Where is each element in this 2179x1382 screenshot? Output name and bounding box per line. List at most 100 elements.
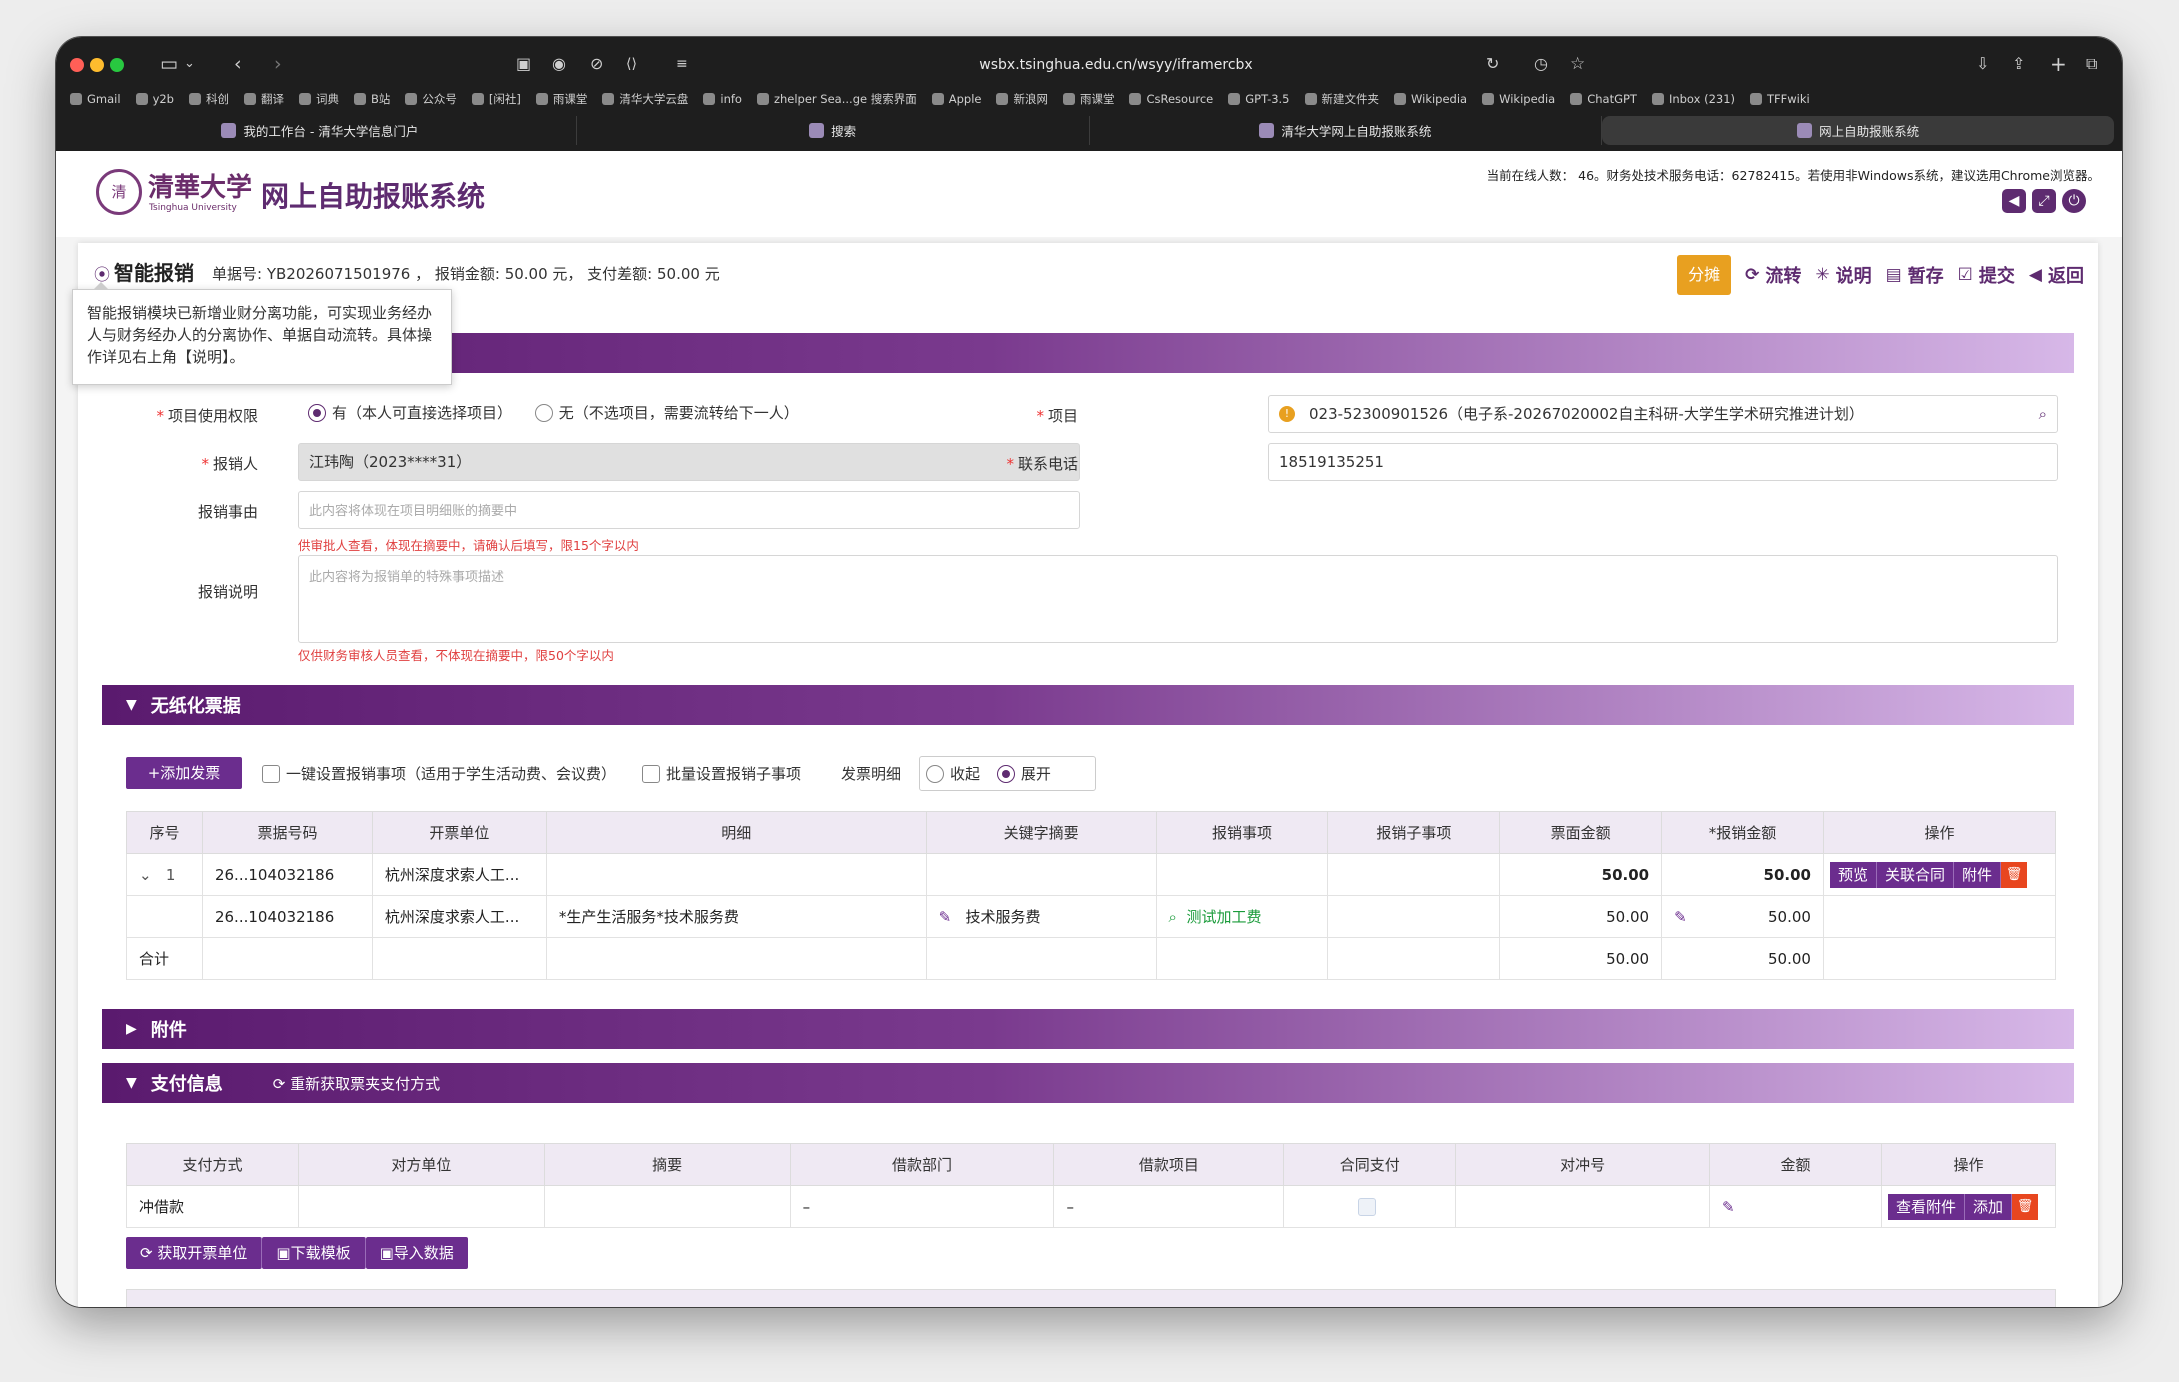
batch-set-subitem-checkbox[interactable]: 批量设置报销子事项 (642, 763, 801, 784)
download-template-button[interactable]: ▣下载模板 (262, 1237, 366, 1269)
bookmark-item[interactable]: 词典 (299, 89, 339, 109)
fetch-issuer-button[interactable]: ⟳ 获取开票单位 (126, 1237, 263, 1269)
download-icon[interactable]: ⇩ (1976, 51, 1989, 77)
keyword-cell[interactable]: ✎ 技术服务费 (925, 895, 1157, 938)
bookmark-item[interactable]: 雨课堂 (1062, 89, 1114, 109)
invoice-section-header[interactable]: ▼ 无纸化票据 (102, 685, 2074, 725)
tab-overview-icon[interactable]: ⧉ (2086, 51, 2097, 77)
save-draft-button[interactable]: ▤ 暂存 (1886, 262, 1944, 288)
trash-icon[interactable]: 🗑 (2011, 1193, 2038, 1220)
refetch-pay-method-button[interactable]: ⟳ 重新获取票夹支付方式 (273, 1073, 440, 1094)
bookmark-item[interactable]: 翻译 (244, 89, 284, 109)
batch-set-item-checkbox[interactable]: 一键设置报销事项（适用于学生活动费、会议费） (262, 763, 616, 784)
bookmark-item[interactable]: 新浪网 (996, 89, 1048, 109)
address-bar[interactable]: wsbx.tsinghua.edu.cn/wsyy/iframercbx (676, 51, 1556, 79)
extension-icon[interactable]: ▣ (516, 51, 531, 77)
extension-icon-3[interactable]: ⊘ (590, 51, 603, 77)
bookmark-item[interactable]: Wikipedia (1482, 89, 1555, 109)
perm-option-no[interactable]: 无（不选项目，需要流转给下一人） (534, 404, 799, 422)
summary-cell[interactable] (543, 1185, 791, 1228)
tab-search[interactable]: 搜索 (577, 116, 1090, 145)
search-icon[interactable]: ⌕ (1169, 908, 1177, 926)
new-tab-icon[interactable]: + (2050, 51, 2067, 77)
close-window-button[interactable] (70, 58, 84, 72)
add-invoice-button[interactable]: +添加发票 (126, 757, 242, 789)
bookmark-item[interactable]: Apple (931, 89, 981, 109)
bookmark-favicon-icon (189, 93, 201, 105)
fullscreen-icon[interactable]: ⤢ (2032, 189, 2056, 213)
bookmark-item[interactable]: info (703, 89, 742, 109)
bookmark-item[interactable]: 新建文件夹 (1304, 89, 1379, 109)
forward-icon[interactable]: › (274, 51, 282, 77)
power-icon[interactable]: ⏻ (2062, 189, 2086, 213)
bookmark-star-icon[interactable]: ☆ (1570, 51, 1585, 77)
add-button[interactable]: 添加 (1964, 1193, 2012, 1220)
collapse-option[interactable]: 收起 (926, 764, 980, 783)
bookmark-item[interactable]: 雨课堂 (535, 89, 587, 109)
sidebar-toggle-icon[interactable]: ▭ (160, 51, 178, 77)
tab-portal[interactable]: 我的工作台 - 清华大学信息门户 (64, 116, 577, 145)
preview-button[interactable]: 预览 (1829, 861, 1877, 888)
counterparty-cell[interactable] (297, 1185, 545, 1228)
amount-cell[interactable]: ✎ (1709, 1185, 1882, 1228)
bookmark-item[interactable]: GPT-3.5 (1228, 89, 1290, 109)
link-contract-button[interactable]: 关联合同 (1876, 861, 1954, 888)
chevron-down-icon[interactable]: ⌄ (184, 51, 195, 77)
transfer-button[interactable]: ⟳ 流转 (1745, 262, 1801, 288)
zoom-window-button[interactable] (110, 58, 124, 72)
offset-no-cell[interactable] (1455, 1185, 1711, 1228)
desc-textarea[interactable]: 此内容将为报销单的特殊事项描述 (298, 555, 2058, 643)
share-icon[interactable]: ⇪ (2012, 51, 2025, 77)
edit-pencil-icon[interactable]: ✎ (939, 908, 952, 926)
attachment-section-header[interactable]: ▶ 附件 (102, 1009, 2074, 1049)
back-button[interactable]: ◀ 返回 (2029, 262, 2084, 288)
payment-section-header[interactable]: ▼ 支付信息 ⟳ 重新获取票夹支付方式 (102, 1063, 2074, 1103)
arrow-left-icon: ◀ (2028, 265, 2042, 285)
item-cell[interactable]: ⌕ 测试加工费 (1155, 895, 1329, 938)
reason-input[interactable]: 此内容将体现在项目明细账的摘要中 (298, 491, 1080, 529)
contract-pay-checkbox[interactable] (1357, 1197, 1376, 1216)
bookmark-item[interactable]: [闲社] (471, 89, 521, 109)
bookmark-item[interactable]: B站 (354, 89, 390, 109)
speaker-icon[interactable]: ◀ (2002, 189, 2026, 213)
tab-reimbursement-active[interactable]: 网上自助报账系统 (1602, 116, 2114, 145)
bookmark-item[interactable]: 公众号 (405, 89, 457, 109)
phone-field[interactable]: 18519135251 (1268, 443, 2058, 481)
search-icon[interactable]: ⌕ (2039, 396, 2047, 432)
reimb-amount-cell[interactable]: ✎ 50.00 (1661, 895, 1824, 938)
bookmark-item[interactable]: Wikipedia (1394, 89, 1467, 109)
split-button[interactable]: 分摊 (1677, 255, 1732, 295)
project-field[interactable]: ! 023-52300901526（电子系-20267020002自主科研-大学… (1268, 395, 2058, 433)
back-icon[interactable]: ‹ (234, 51, 242, 77)
tab-reimbursement[interactable]: 清华大学网上自助报账系统 (1090, 116, 1603, 145)
devtools-icon[interactable]: ⟨⟩ (626, 51, 637, 77)
extension-icon-2[interactable]: ◉ (552, 51, 566, 77)
bookmark-item[interactable]: ChatGPT (1570, 89, 1637, 109)
bookmark-item[interactable]: zhelper Sea...ge 搜索界面 (756, 89, 917, 109)
subitem-cell[interactable] (1327, 895, 1501, 938)
bookmark-item[interactable]: TFFwiki (1750, 89, 1810, 109)
attachment-button[interactable]: 附件 (1954, 861, 2002, 888)
help-label: 说明 (1835, 266, 1872, 287)
minimize-window-button[interactable] (90, 58, 104, 72)
expand-option[interactable]: 展开 (996, 764, 1051, 783)
submit-button[interactable]: ☑ 提交 (1958, 262, 2015, 288)
help-button[interactable]: ✳ 说明 (1815, 262, 1871, 288)
edit-pencil-icon[interactable]: ✎ (1722, 1198, 1735, 1216)
view-attachment-button[interactable]: 查看附件 (1887, 1193, 1965, 1220)
bookmark-item[interactable]: CsResource (1129, 89, 1213, 109)
history-icon[interactable]: ◷ (1534, 51, 1548, 77)
trash-icon[interactable]: 🗑 (2001, 861, 2028, 888)
perm-option-yes[interactable]: 有（本人可直接选择项目） (308, 404, 512, 422)
submit-label: 提交 (1978, 266, 2015, 287)
edit-pencil-icon[interactable]: ✎ (1674, 908, 1687, 926)
import-data-button[interactable]: ▣导入数据 (365, 1237, 468, 1269)
chevron-down-icon[interactable]: ⌄ (139, 866, 152, 884)
bookmark-item[interactable]: Gmail (70, 89, 121, 109)
reload-icon[interactable]: ↻ (1486, 51, 1499, 77)
bookmark-item[interactable]: 科创 (189, 89, 229, 109)
bookmark-item[interactable]: y2b (135, 89, 174, 109)
bookmark-item[interactable]: Inbox (231) (1651, 89, 1735, 109)
bookmark-item[interactable]: 清华大学云盘 (602, 89, 688, 109)
row-seq[interactable]: ⌄ 1 (126, 853, 203, 896)
